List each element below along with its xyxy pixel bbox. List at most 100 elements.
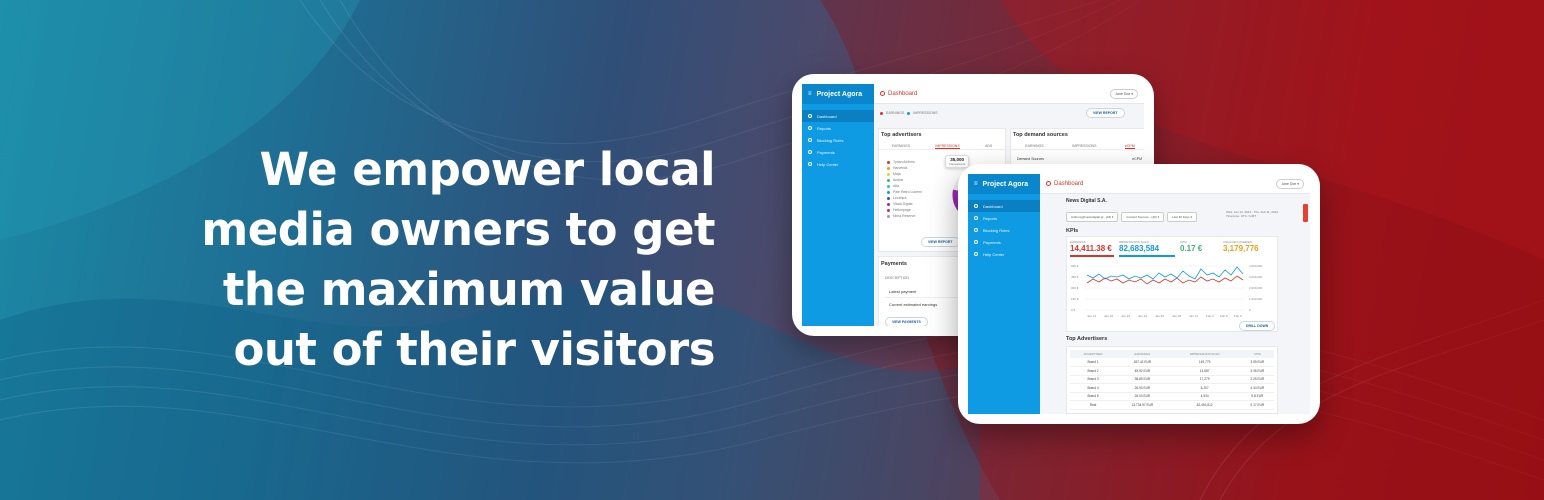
legend-dot: [880, 111, 883, 115]
sidebar-item-payments[interactable]: Payments: [802, 146, 874, 158]
headline-line-4: out of their visitors: [233, 323, 715, 376]
cell-impressions: 13,687: [1168, 366, 1241, 376]
table-row[interactable]: Brand 1 537.42 EUR 149,779 3.59 EUR: [1070, 358, 1274, 367]
table-row[interactable]: Brand 5 26.03 EUR 4,534 5.8 EUR: [1070, 392, 1274, 401]
sidebar-item-label: Payments: [817, 149, 835, 155]
sidebar-item-reports[interactable]: Reports: [802, 122, 874, 134]
kpi-impressions-sold[interactable]: IMPRESSIONS SOLD 82,683,584: [1119, 240, 1175, 257]
cell-cpm: 4.34 EUR: [1240, 383, 1274, 393]
x-tick-label: Jan 13: [1087, 314, 1096, 318]
table-row[interactable]: Brand 4 26.93 EUR 6,207 4.34 EUR: [1070, 383, 1274, 393]
column-header: eCPM: [1132, 157, 1142, 161]
breadcrumb-label: Dashboard: [888, 90, 918, 97]
sidebar-item-help-center[interactable]: Help Center: [802, 158, 874, 170]
tab-earnings[interactable]: EARNINGS: [1025, 144, 1043, 149]
x-tick-label: Feb 9: [1234, 314, 1242, 318]
headline-line-2: media owners to get: [201, 203, 715, 256]
chevron-down-icon: ▾: [1297, 181, 1299, 186]
kpi-earnings[interactable]: EARNINGS 14,411.38 €: [1070, 240, 1114, 257]
cell-earnings: 45.92 EUR: [1116, 366, 1169, 376]
kpi-value: 14,411.38 €: [1070, 244, 1112, 253]
sidebar: ≡ Project Agora Dashboard Reports Blockin…: [968, 174, 1040, 414]
drill-down-button[interactable]: DRILL DOWN: [1239, 321, 1276, 331]
filter-value: Content Sources - (All): [1126, 215, 1157, 219]
y-tick-label: 600 €: [1071, 264, 1079, 268]
breadcrumb: Dashboard: [880, 91, 917, 97]
menu-icon[interactable]: ≡: [808, 91, 812, 97]
sidebar-item-dashboard[interactable]: Dashboard: [968, 200, 1040, 212]
table-row[interactable]: Rest 13,734.97 EUR 82,491,812 0.17 EUR: [1070, 400, 1274, 410]
dashboard-icon: [880, 91, 885, 96]
legend-dot: [887, 208, 890, 212]
cell-impressions: 82,491,812: [1168, 400, 1241, 410]
table-row[interactable]: Brand 2 45.92 EUR 13,687 3.36 EUR: [1070, 366, 1274, 376]
view-payments-button[interactable]: VIEW PAYMENTS: [885, 317, 928, 326]
y-tick-label: 3,000,000: [1249, 275, 1263, 279]
feedback-tab[interactable]: [1303, 204, 1308, 222]
user-menu[interactable]: Jane Doe ▾: [1110, 88, 1138, 99]
cell-advertiser: Brand 2: [1070, 366, 1117, 376]
legend-dot: [887, 196, 890, 200]
menu-icon[interactable]: ≡: [974, 181, 978, 187]
top-advertisers-title: Top Advertisers: [1066, 336, 1108, 342]
breadcrumb: Dashboard: [1046, 181, 1083, 187]
tab-ads[interactable]: ADS: [985, 144, 992, 149]
kpi-line-chart[interactable]: 600 € 450 € 300 € 150 € 0 € 4,000,000 3,…: [1067, 261, 1277, 321]
account-filter[interactable]: Anthony@newsdigital.gr...(All) ▾: [1066, 212, 1119, 222]
hero-banner: We empower local media owners to get the…: [0, 0, 1544, 500]
tab-earnings[interactable]: EARNINGS: [892, 144, 910, 149]
kpis-title: KPIs: [1066, 228, 1079, 234]
y-tick-label: 4,000,000: [1249, 264, 1263, 268]
cell-earnings: 537.42 EUR: [1116, 358, 1169, 367]
sidebar-item-blocking-rules[interactable]: Blocking Rules: [802, 134, 874, 146]
x-tick-label: Jan 28: [1172, 314, 1181, 318]
payments-icon: [808, 150, 812, 154]
card-title: Top demand sources: [1013, 132, 1068, 138]
reports-icon: [808, 126, 812, 130]
content-source-filter[interactable]: Content Sources - (All) ▾: [1121, 212, 1165, 222]
column-header: EARNINGS: [1116, 350, 1169, 358]
x-tick-label: Feb 3: [1206, 314, 1214, 318]
kpi-unfilled-queries[interactable]: UNFILLED QUERIES 3,179,776: [1223, 240, 1275, 253]
kpi-value: 0.17 €: [1180, 244, 1203, 253]
front-tablet: ≡ Project Agora Dashboard Reports Blockin…: [958, 164, 1320, 424]
sidebar-item-reports[interactable]: Reports: [968, 212, 1040, 224]
x-tick-label: Jan 25: [1155, 314, 1164, 318]
donut-tooltip: 35,000 Impressions: [945, 155, 970, 168]
table-row[interactable]: Brand 3 38.89 EUR 17,279 2.25 EUR: [1070, 375, 1274, 384]
user-name: Jane Doe: [1115, 91, 1131, 96]
user-menu[interactable]: Jane Doe ▾: [1276, 178, 1304, 189]
topbar: Dashboard Jane Doe ▾: [1040, 174, 1310, 194]
kpi-cpm[interactable]: CPM 0.17 €: [1180, 240, 1218, 253]
sidebar-item-label: Blocking Rules: [983, 227, 1010, 233]
y-tick-label: 450 €: [1071, 275, 1079, 279]
view-report-button[interactable]: VIEW REPORT: [1086, 108, 1125, 118]
column-header: ADVERTISER: [1070, 350, 1117, 358]
cell-earnings: 26.93 EUR: [1116, 383, 1169, 393]
sidebar-item-blocking-rules[interactable]: Blocking Rules: [968, 224, 1040, 236]
y-tick-label: 1,000,000: [1249, 297, 1263, 301]
tab-impressions[interactable]: IMPRESSIONS: [935, 144, 960, 149]
cell-impressions: 4,534: [1168, 392, 1241, 401]
cell-cpm: 3.36 EUR: [1240, 366, 1274, 376]
y-tick-label: 0: [1249, 308, 1251, 312]
view-report-button[interactable]: VIEW REPORT: [921, 237, 960, 247]
list-item-label: Hellonpage: [893, 208, 911, 212]
sidebar-item-dashboard[interactable]: Dashboard: [802, 110, 874, 122]
legend-dot: [887, 202, 890, 206]
cell-earnings: 38.89 EUR: [1116, 375, 1169, 384]
sidebar-item-payments[interactable]: Payments: [968, 236, 1040, 248]
sidebar-item-help-center[interactable]: Help Center: [968, 248, 1040, 260]
tab-impressions[interactable]: IMPRESSIONS: [1072, 144, 1096, 149]
list-item-label: Leokhira: [893, 196, 907, 200]
reports-icon: [974, 216, 978, 220]
table-header-row: ADVERTISER EARNINGS IMPRESSIONS SOLD CPM: [1070, 350, 1274, 358]
date-range-filter[interactable]: Last 30 Days ▾: [1167, 212, 1197, 222]
chart-legend: EARNINGS IMPRESSIONS: [880, 111, 938, 115]
cell-advertiser: Brand 5: [1070, 392, 1117, 401]
legend-dot: [887, 160, 890, 164]
tab-ecpm[interactable]: eCPM: [1124, 144, 1135, 149]
payment-row: Current estimated earnings: [889, 302, 938, 307]
legend-label: EARNINGS: [886, 111, 905, 115]
dashboard-icon: [974, 204, 978, 208]
